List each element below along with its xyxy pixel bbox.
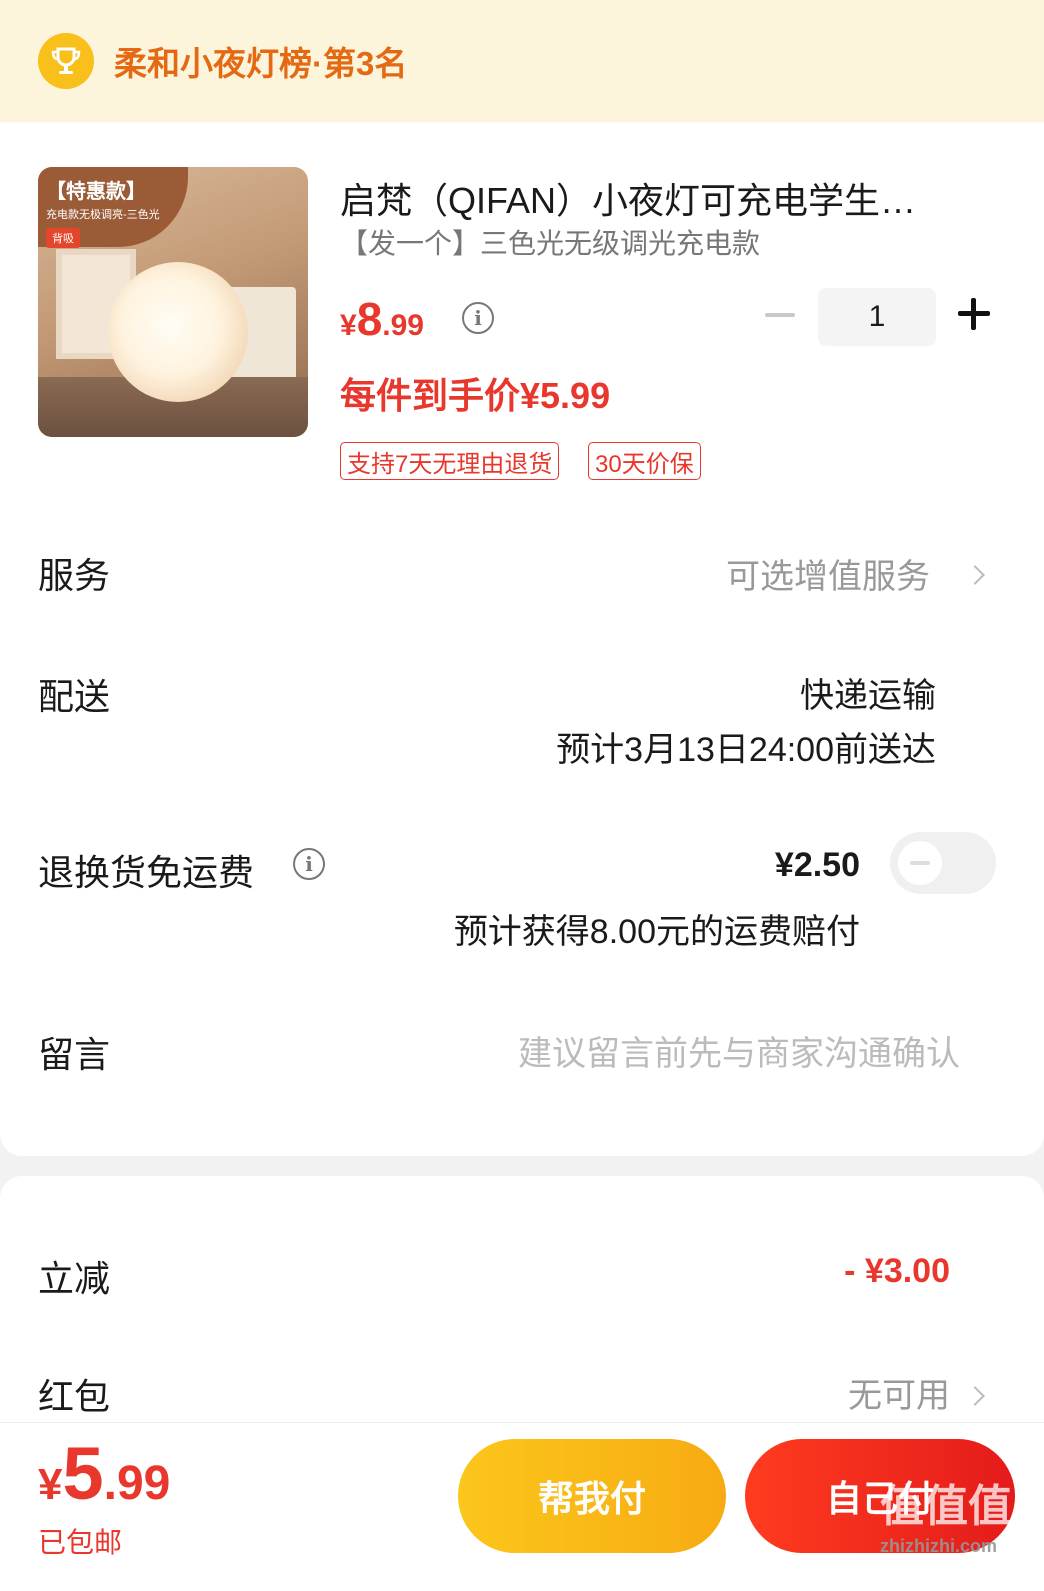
service-label: 服务 (38, 555, 111, 596)
help-pay-button[interactable]: 帮我付 (458, 1439, 726, 1553)
return-policy-tag: 支持7天无理由退货 (340, 442, 560, 480)
price-info-icon[interactable]: i (462, 302, 494, 334)
watermark-logo: 值值值 (880, 1482, 1012, 1531)
price-protect-tag: 30天价保 (588, 442, 701, 480)
service-chevron-icon[interactable] (965, 565, 985, 585)
instant-discount-label: 立减 (38, 1258, 111, 1299)
product-spec[interactable]: 【发一个】三色光无级调光充电款 (340, 222, 760, 262)
price-integer: 8 (356, 293, 383, 345)
price-decimal: .99 (382, 309, 424, 342)
service-value[interactable]: 可选增值服务 (726, 549, 930, 598)
red-packet-label: 红包 (38, 1376, 111, 1417)
total-integer: 5 (62, 1432, 104, 1515)
trophy-icon (38, 33, 94, 89)
return-shipping-price: ¥2.50 (774, 846, 860, 884)
return-shipping-label: 退换货免运费 (38, 852, 255, 893)
red-packet-chevron-icon[interactable] (965, 1386, 985, 1406)
return-shipping-toggle[interactable] (890, 832, 996, 894)
total-currency: ¥ (38, 1460, 63, 1509)
message-label: 留言 (38, 1034, 111, 1075)
return-shipping-note: 预计获得8.00元的运费赔付 (453, 913, 860, 951)
rank-banner-text: 柔和小夜灯榜·第3名 (114, 45, 408, 82)
return-info-icon[interactable]: i (293, 848, 325, 880)
delivery-label: 配送 (38, 676, 111, 717)
toggle-knob (898, 841, 942, 885)
order-card: 【特惠款】 充电款无极调亮-三色光 背吸 启梵（QIFAN）小夜灯可充电学生… … (0, 122, 1044, 1156)
image-tag-subtitle: 充电款无极调亮-三色光 (46, 209, 160, 221)
price-currency: ¥ (340, 309, 357, 342)
final-price: 每件到手价¥5.99 (340, 375, 611, 416)
message-input[interactable]: 建议留言前先与商家沟通确认 (518, 1026, 960, 1075)
quantity-minus-button[interactable] (762, 297, 798, 333)
toggle-off-icon (910, 861, 930, 865)
quantity-input[interactable]: 1 (818, 288, 936, 346)
lamp-glow (108, 262, 248, 402)
product-title[interactable]: 启梵（QIFAN）小夜灯可充电学生… (340, 172, 970, 224)
delivery-eta: 预计3月13日24:00前送达 (556, 731, 936, 769)
free-shipping-label: 已包邮 (38, 1527, 123, 1558)
total-price: ¥ 5 .99 (38, 1431, 170, 1516)
instant-discount-value: - ¥3.00 (844, 1252, 950, 1290)
rank-banner[interactable]: 柔和小夜灯榜·第3名 (0, 0, 1044, 122)
product-price: ¥ 8 .99 (340, 292, 424, 346)
site-watermark: 值值值 zhizhizhi.com (880, 1470, 1020, 1590)
watermark-url: zhizhizhi.com (880, 1536, 997, 1556)
image-promo-tag: 【特惠款】 充电款无极调亮-三色光 背吸 (38, 167, 188, 248)
image-tag-title: 【特惠款】 (46, 181, 146, 203)
red-packet-value[interactable]: 无可用 (848, 1368, 950, 1417)
quantity-plus-button[interactable] (954, 294, 994, 334)
minus-icon (765, 313, 795, 317)
total-decimal: .99 (103, 1457, 171, 1510)
product-image[interactable]: 【特惠款】 充电款无极调亮-三色光 背吸 (38, 167, 308, 437)
delivery-method: 快递运输 (800, 677, 936, 715)
image-tag-badge: 背吸 (46, 228, 80, 248)
